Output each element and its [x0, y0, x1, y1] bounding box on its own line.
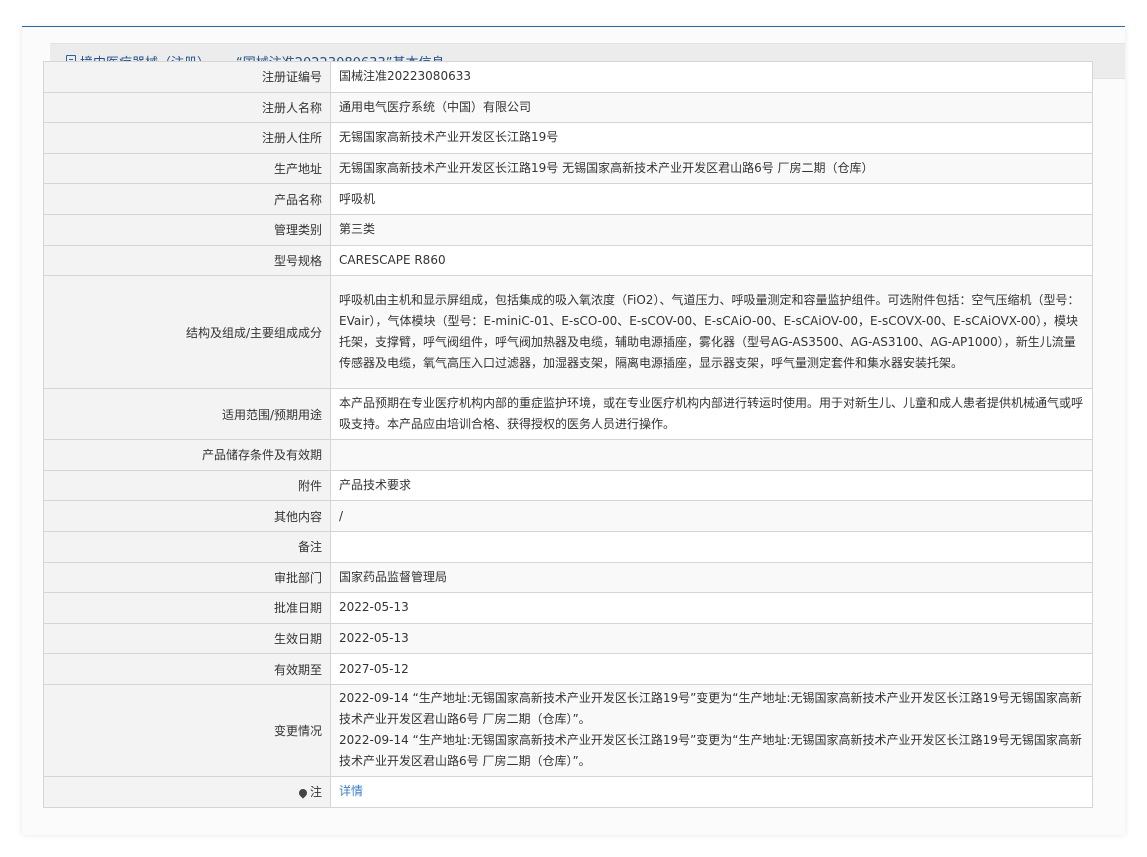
note-label-cell: 注	[43, 775, 331, 808]
row-value: /	[330, 500, 1093, 532]
table-row: 批准日期 2022-05-13	[43, 592, 1093, 624]
row-value: 2027-05-12	[330, 653, 1093, 685]
table-row: 生产地址 无锡国家高新技术产业开发区长江路19号 无锡国家高新技术产业开发区君山…	[43, 152, 1093, 185]
row-label: 审批部门	[43, 561, 331, 594]
row-label: 结构及组成/主要组成成分	[43, 275, 331, 390]
change-entry: 2022-09-14 “生产地址:无锡国家高新技术产业开发区长江路19号”变更为…	[339, 733, 1082, 769]
row-value: 第三类	[330, 213, 1093, 246]
row-label: 生产地址	[43, 152, 331, 185]
row-value: 通用电气医疗系统（中国）有限公司	[330, 91, 1093, 124]
row-label: 型号规格	[43, 244, 331, 277]
table-row: 注册人名称 通用电气医疗系统（中国）有限公司	[43, 91, 1093, 124]
row-label: 产品储存条件及有效期	[43, 439, 331, 471]
row-label: 注册证编号	[43, 61, 331, 93]
table-row: 备注	[43, 530, 1093, 563]
table-row-changes: 变更情况 2022-09-14 “生产地址:无锡国家高新技术产业开发区长江路19…	[43, 683, 1093, 777]
row-value: 呼吸机	[330, 183, 1093, 215]
row-value: 2022-05-13	[330, 592, 1093, 624]
row-value: 无锡国家高新技术产业开发区长江路19号 无锡国家高新技术产业开发区君山路6号 厂…	[330, 152, 1093, 185]
row-value: 呼吸机由主机和显示屏组成，包括集成的吸入氧浓度（FiO2）、气道压力、呼吸量测定…	[330, 275, 1093, 390]
table-row: 产品储存条件及有效期	[43, 439, 1093, 471]
row-value: 无锡国家高新技术产业开发区长江路19号	[330, 122, 1093, 154]
row-value	[330, 530, 1093, 563]
row-value: CARESCAPE R860	[330, 244, 1093, 277]
table-row: 注册证编号 国械注准20223080633	[43, 61, 1093, 93]
row-label: 注册人住所	[43, 122, 331, 154]
row-label: 管理类别	[43, 213, 331, 246]
row-label: 产品名称	[43, 183, 331, 215]
table-row: 适用范围/预期用途 本产品预期在专业医疗机构内部的重症监护环境，或在专业医疗机构…	[43, 388, 1093, 441]
changes-label: 变更情况	[43, 683, 331, 777]
table-row: 型号规格 CARESCAPE R860	[43, 244, 1093, 277]
row-value: 国械注准20223080633	[330, 61, 1093, 93]
row-label: 注册人名称	[43, 91, 331, 124]
row-value: 国家药品监督管理局	[330, 561, 1093, 594]
note-value: 详情	[330, 775, 1093, 808]
pin-icon	[297, 787, 309, 799]
changes-value: 2022-09-14 “生产地址:无锡国家高新技术产业开发区长江路19号”变更为…	[330, 683, 1093, 777]
table-row: 其他内容 /	[43, 500, 1093, 532]
table-row: 审批部门 国家药品监督管理局	[43, 561, 1093, 594]
row-label: 其他内容	[43, 500, 331, 532]
table-row: 结构及组成/主要组成成分 呼吸机由主机和显示屏组成，包括集成的吸入氧浓度（FiO…	[43, 275, 1093, 390]
row-label: 有效期至	[43, 653, 331, 685]
table-row: 附件 产品技术要求	[43, 469, 1093, 502]
row-value: 2022-05-13	[330, 622, 1093, 655]
note-label: 注	[309, 785, 322, 800]
table-row: 有效期至 2027-05-12	[43, 653, 1093, 685]
table-row: 生效日期 2022-05-13	[43, 622, 1093, 655]
row-label: 备注	[43, 530, 331, 563]
row-label: 适用范围/预期用途	[43, 388, 331, 441]
row-value: 产品技术要求	[330, 469, 1093, 502]
table-row: 注册人住所 无锡国家高新技术产业开发区长江路19号	[43, 122, 1093, 154]
table-row-note: 注 详情	[43, 775, 1093, 808]
row-label: 生效日期	[43, 622, 331, 655]
change-entry: 2022-09-14 “生产地址:无锡国家高新技术产业开发区长江路19号”变更为…	[339, 691, 1082, 727]
row-label: 附件	[43, 469, 331, 502]
info-table: 注册证编号 国械注准20223080633 注册人名称 通用电气医疗系统（中国）…	[43, 61, 1093, 808]
table-row: 管理类别 第三类	[43, 213, 1093, 246]
table-row: 产品名称 呼吸机	[43, 183, 1093, 215]
row-value: 本产品预期在专业医疗机构内部的重症监护环境，或在专业医疗机构内部进行转运时使用。…	[330, 388, 1093, 441]
page: 境内医疗器械（注册）——“国械注准20223080633”基本信息 注册证编号 …	[0, 0, 1147, 857]
row-label: 批准日期	[43, 592, 331, 624]
details-link[interactable]: 详情	[339, 784, 363, 798]
row-value	[330, 439, 1093, 471]
